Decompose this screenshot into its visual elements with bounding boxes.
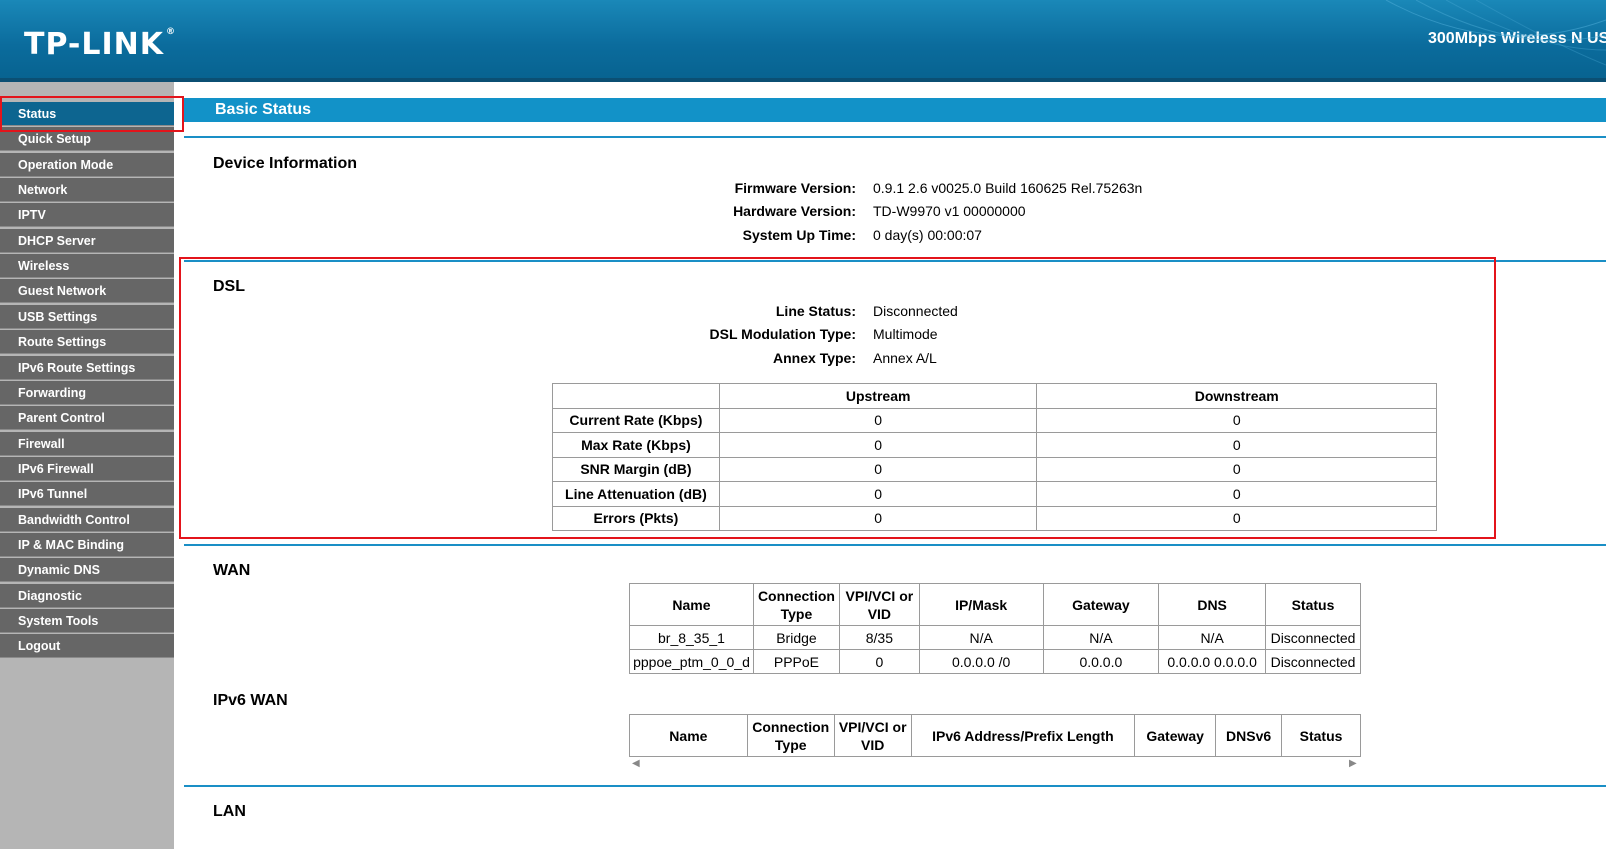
page-title: Basic Status [184,98,1606,122]
sidebar-item-ipv6-tunnel[interactable]: IPv6 Tunnel [0,482,174,507]
table-row: pppoe_ptm_0_0_d PPPoE 0 0.0.0.0 /0 0.0.0.0 0.… [629,649,1362,674]
table-cell: Disconnected [1264,625,1362,650]
section-divider [184,544,1606,546]
table-cell: 0.0.0.0 0.0.0.0 [1158,649,1266,674]
table-cell: Bridge [752,625,840,650]
table-cell: 0.0.0.0 [1042,649,1160,674]
sidebar-item-dhcp-server[interactable]: DHCP Server [0,228,174,253]
column-header: Connection Type [746,714,835,757]
column-header: Gateway [1134,714,1217,757]
ipv6-wan-title: IPv6 WAN [213,692,288,709]
table-header-row: Name Connection Type VPI/VCI or VID IPv6 Ad… [629,714,1361,757]
sidebar-item-wireless[interactable]: Wireless [0,254,174,279]
table-cell: N/A [1158,625,1266,650]
column-header: DNS [1158,583,1266,626]
sidebar-item-guest-network[interactable]: Guest Network [0,279,174,304]
sidebar-item-ipv6-firewall[interactable]: IPv6 Firewall [0,456,174,481]
sidebar-item-dynamic-dns[interactable]: Dynamic DNS [0,558,174,583]
sidebar-item-parent-control[interactable]: Parent Control [0,406,174,431]
column-header: VPI/VCI or VID [838,583,920,626]
scroll-right-icon[interactable]: ▶ [1349,758,1357,769]
sidebar-item-forwarding[interactable]: Forwarding [0,380,174,405]
column-header: VPI/VCI or VID [833,714,912,757]
column-header: Gateway [1042,583,1160,626]
column-header: IP/Mask [918,583,1044,626]
sidebar-item-ip-mac-binding[interactable]: IP & MAC Binding [0,532,174,557]
device-info-title: Device Information [213,155,358,172]
sidebar-item-ipv6-route-settings[interactable]: IPv6 Route Settings [0,355,174,380]
section-divider [184,785,1606,787]
table-cell: N/A [1042,625,1160,650]
column-header: IPv6 Address/Prefix Length [910,714,1136,757]
sidebar-item-route-settings[interactable]: Route Settings [0,330,174,355]
column-header: Name [629,714,748,757]
hardware-label: Hardware Version: [733,203,856,219]
sidebar-item-logout[interactable]: Logout [0,634,174,659]
header-banner: TP-LINK® 300Mbps Wireless N USB VDSL2 Mo… [0,0,1606,82]
table-cell: 0.0.0.0 /0 [918,649,1044,674]
sidebar-item-iptv[interactable]: IPTV [0,203,174,228]
header-swirl-decoration [1385,0,1606,66]
column-header: Status [1281,714,1361,757]
column-header: DNSv6 [1215,714,1283,757]
selection-highlight [0,96,184,132]
uptime-label: System Up Time: [742,227,856,243]
table-cell: PPPoE [752,649,840,674]
wan-table: Name Connection Type VPI/VCI or VID IP/Mask… [629,583,1362,674]
section-divider [184,136,1606,138]
ipv6-wan-table: Name Connection Type VPI/VCI or VID IPv6 Ad… [629,714,1361,757]
table-cell: 0 [838,649,920,674]
column-header: Connection Type [752,583,840,626]
wan-title: WAN [213,562,251,579]
column-header: Status [1264,583,1362,626]
sidebar-item-usb-settings[interactable]: USB Settings [0,304,174,329]
sidebar-item-system-tools[interactable]: System Tools [0,609,174,633]
sidebar-item-bandwidth-control[interactable]: Bandwidth Control [0,507,174,532]
tp-link-logo: TP-LINK ® [24,27,177,62]
table-row: br_8_35_1 Bridge 8/35 N/A N/A N/A Disconnected [629,625,1362,650]
sidebar-item-diagnostic[interactable]: Diagnostic [0,583,174,608]
table-cell: pppoe_ptm_0_0_d [629,649,754,674]
sidebar-item-firewall[interactable]: Firewall [0,431,174,456]
column-header: Name [629,583,754,626]
firmware-value: 0.9.1 2.6 v0025.0 Build 160625 Rel.75263… [873,180,1143,196]
dsl-highlight-box [179,257,1496,539]
table-cell: 8/35 [838,625,920,650]
sidebar-item-operation-mode[interactable]: Operation Mode [0,152,174,177]
table-cell: Disconnected [1264,649,1362,674]
scroll-left-icon[interactable]: ◀ [632,758,640,769]
sidebar-item-network[interactable]: Network [0,178,174,203]
table-cell: br_8_35_1 [629,625,754,650]
firmware-label: Firmware Version: [734,180,856,196]
uptime-value: 0 day(s) 00:00:07 [873,227,982,243]
table-cell: N/A [918,625,1044,650]
table-header-row: Name Connection Type VPI/VCI or VID IP/Mask… [629,583,1362,626]
hardware-value: TD-W9970 v1 00000000 [873,203,1026,219]
lan-title: LAN [213,803,246,820]
